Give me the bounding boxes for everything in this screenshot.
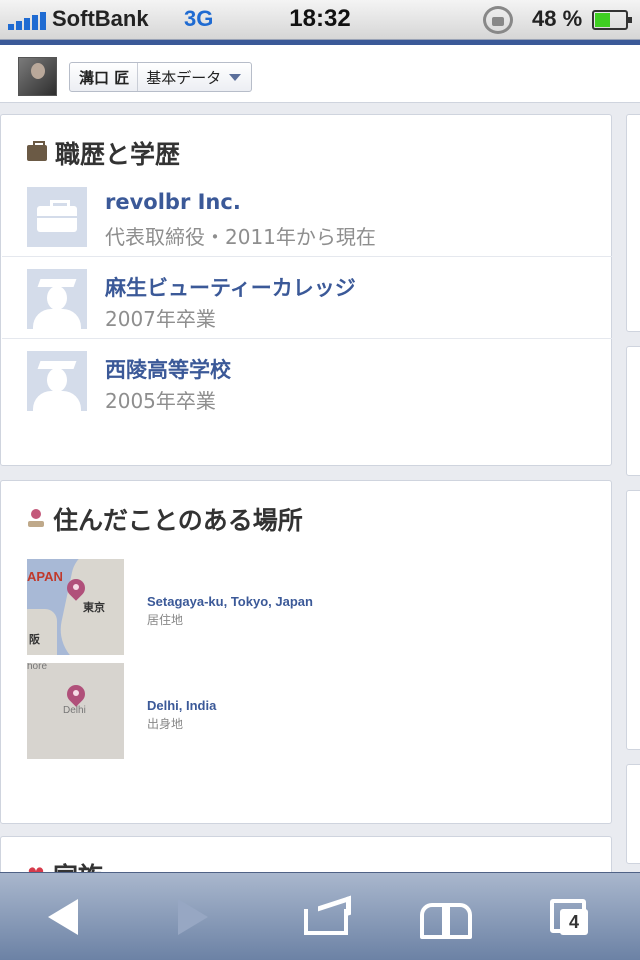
list-item[interactable]: 西陵高等学校 2005年卒業 — [2, 339, 612, 421]
work-education-heading: 職歴と学歴 — [27, 135, 180, 171]
adjacent-card-edge — [626, 114, 640, 332]
tabs-icon[interactable]: 4 — [548, 895, 608, 939]
map-label: APAN — [27, 569, 63, 584]
employer-link[interactable]: revolbr Inc. — [105, 190, 241, 214]
forward-icon[interactable] — [160, 895, 220, 939]
list-item[interactable]: hore Delhi Delhi, India 出身地 — [27, 663, 587, 759]
status-bar: SoftBank 3G 18:32 48 % — [0, 0, 640, 40]
briefcase-icon — [27, 141, 47, 161]
school-detail: 2005年卒業 — [105, 389, 216, 413]
work-education-card: 職歴と学歴 revolbr Inc. 代表取締役・2011年から現在 麻生ビュー… — [0, 114, 612, 466]
adjacent-card-edge — [626, 764, 640, 864]
list-item[interactable]: 麻生ビューティーカレッジ 2007年卒業 — [2, 257, 612, 339]
places-heading: 住んだことのある場所 — [27, 501, 303, 537]
browser-toolbar: 4 — [0, 872, 640, 960]
adjacent-card-edge — [626, 346, 640, 476]
profile-name-button[interactable]: 溝口 匠 — [70, 63, 139, 91]
section-dropdown[interactable]: 基本データ — [138, 67, 251, 88]
chevron-down-icon — [229, 73, 242, 81]
map-label: hore — [27, 663, 48, 672]
school-link[interactable]: 麻生ビューティーカレッジ — [105, 272, 356, 302]
place-type: 居住地 — [147, 613, 184, 627]
map-thumbnail-delhi[interactable]: hore Delhi — [27, 663, 124, 759]
map-pin-icon — [67, 579, 85, 605]
briefcase-icon — [27, 187, 87, 247]
rotation-lock-icon — [483, 6, 513, 34]
school-link[interactable]: 西陵高等学校 — [105, 354, 231, 384]
back-icon[interactable] — [36, 895, 96, 939]
graduate-icon — [27, 269, 87, 329]
adjacent-card-edge — [626, 490, 640, 750]
breadcrumb: 溝口 匠 基本データ — [69, 62, 253, 92]
place-link[interactable]: Setagaya-ku, Tokyo, Japan — [147, 594, 313, 609]
place-link[interactable]: Delhi, India — [147, 698, 216, 713]
location-pin-icon — [27, 509, 45, 529]
share-icon[interactable] — [300, 895, 360, 939]
section-dropdown-label: 基本データ — [146, 68, 222, 87]
places-card: 住んだことのある場所 APAN 東京 阪 Setagaya-ku, Tokyo,… — [0, 480, 612, 824]
graduate-icon — [27, 351, 87, 411]
bookmarks-icon[interactable] — [416, 895, 476, 939]
battery-percent: 48 % — [532, 6, 583, 31]
school-detail: 2007年卒業 — [105, 307, 216, 331]
map-label: 東京 — [83, 602, 105, 614]
avatar[interactable] — [18, 57, 57, 96]
place-type: 出身地 — [147, 717, 184, 731]
list-item[interactable]: APAN 東京 阪 Setagaya-ku, Tokyo, Japan 居住地 — [27, 559, 587, 655]
map-pin-icon — [67, 685, 85, 711]
map-thumbnail-tokyo[interactable]: APAN 東京 阪 — [27, 559, 124, 655]
tabs-count: 4 — [560, 909, 588, 935]
places-title: 住んだことのある場所 — [53, 506, 303, 535]
list-item[interactable]: revolbr Inc. 代表取締役・2011年から現在 — [2, 175, 612, 257]
profile-header: 溝口 匠 基本データ — [0, 45, 640, 103]
battery-icon — [592, 10, 632, 30]
employer-detail: 代表取締役・2011年から現在 — [105, 225, 376, 249]
map-label: 阪 — [29, 634, 40, 646]
work-education-title: 職歴と学歴 — [55, 140, 181, 169]
